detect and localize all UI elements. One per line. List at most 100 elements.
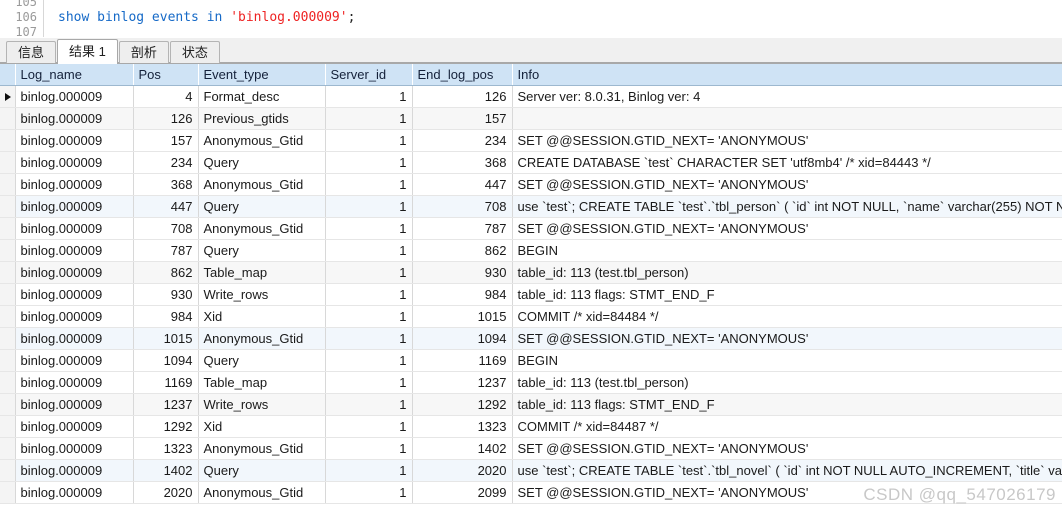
cell-end-log-pos[interactable]: 2099 [412, 481, 513, 504]
table-row[interactable]: binlog.000009 1015 Anonymous_Gtid 1 1094 SET … [0, 327, 1062, 350]
cell-server-id[interactable]: 1 [325, 481, 413, 504]
cell-info[interactable]: table_id: 113 (test.tbl_person) [512, 261, 1062, 284]
cell-event-type[interactable]: Format_desc [198, 85, 326, 108]
table-row[interactable]: binlog.000009 1169 Table_map 1 1237 table_id:… [0, 371, 1062, 394]
cell-end-log-pos[interactable]: 1094 [412, 327, 513, 350]
row-selector[interactable] [0, 195, 16, 218]
result-tab-bar[interactable]: 信息 结果 1 剖析 状态 [0, 38, 1062, 64]
cell-pos[interactable]: 4 [133, 85, 199, 108]
cell-log-name[interactable]: binlog.000009 [15, 195, 134, 218]
cell-end-log-pos[interactable]: 368 [412, 151, 513, 174]
cell-event-type[interactable]: Table_map [198, 261, 326, 284]
cell-info[interactable]: COMMIT /* xid=84484 */ [512, 305, 1062, 328]
cell-server-id[interactable]: 1 [325, 393, 413, 416]
cell-log-name[interactable]: binlog.000009 [15, 85, 134, 108]
row-selector[interactable] [0, 415, 16, 438]
cell-pos[interactable]: 708 [133, 217, 199, 240]
cell-end-log-pos[interactable]: 1292 [412, 393, 513, 416]
tab-profile[interactable]: 剖析 [118, 41, 169, 63]
cell-pos[interactable]: 1094 [133, 349, 199, 372]
cell-pos[interactable]: 157 [133, 129, 199, 152]
cell-end-log-pos[interactable]: 447 [412, 173, 513, 196]
row-selector[interactable] [0, 371, 16, 394]
table-row[interactable]: binlog.000009 4 Format_desc 1 126 Server ver:… [0, 85, 1062, 108]
cell-pos[interactable]: 862 [133, 261, 199, 284]
cell-log-name[interactable]: binlog.000009 [15, 437, 134, 460]
cell-log-name[interactable]: binlog.000009 [15, 173, 134, 196]
cell-event-type[interactable]: Write_rows [198, 283, 326, 306]
cell-event-type[interactable]: Anonymous_Gtid [198, 327, 326, 350]
cell-pos[interactable]: 368 [133, 173, 199, 196]
cell-pos[interactable]: 234 [133, 151, 199, 174]
cell-log-name[interactable]: binlog.000009 [15, 459, 134, 482]
cell-server-id[interactable]: 1 [325, 415, 413, 438]
cell-info[interactable]: table_id: 113 flags: STMT_END_F [512, 283, 1062, 306]
row-selector[interactable] [0, 349, 16, 372]
cell-pos[interactable]: 447 [133, 195, 199, 218]
table-row[interactable]: binlog.000009 2020 Anonymous_Gtid 1 2099 SET … [0, 481, 1062, 504]
cell-pos[interactable]: 1292 [133, 415, 199, 438]
cell-pos[interactable]: 2020 [133, 481, 199, 504]
table-row[interactable]: binlog.000009 126 Previous_gtids 1 157 [0, 107, 1062, 130]
cell-info[interactable]: SET @@SESSION.GTID_NEXT= 'ANONYMOUS' [512, 217, 1062, 240]
cell-info[interactable]: table_id: 113 (test.tbl_person) [512, 371, 1062, 394]
table-row[interactable]: binlog.000009 984 Xid 1 1015 COMMIT /* xid=84… [0, 305, 1062, 328]
cell-server-id[interactable]: 1 [325, 349, 413, 372]
table-row[interactable]: binlog.000009 157 Anonymous_Gtid 1 234 SET @@… [0, 129, 1062, 152]
cell-event-type[interactable]: Write_rows [198, 393, 326, 416]
cell-event-type[interactable]: Xid [198, 305, 326, 328]
cell-info[interactable]: BEGIN [512, 349, 1062, 372]
cell-end-log-pos[interactable]: 930 [412, 261, 513, 284]
cell-event-type[interactable]: Anonymous_Gtid [198, 481, 326, 504]
cell-server-id[interactable]: 1 [325, 85, 413, 108]
cell-server-id[interactable]: 1 [325, 173, 413, 196]
cell-server-id[interactable]: 1 [325, 371, 413, 394]
tab-result-1[interactable]: 结果 1 [57, 39, 118, 64]
cell-server-id[interactable]: 1 [325, 129, 413, 152]
cell-server-id[interactable]: 1 [325, 107, 413, 130]
row-selector[interactable] [0, 129, 16, 152]
column-header-log-name[interactable]: Log_name [15, 64, 134, 86]
cell-end-log-pos[interactable]: 984 [412, 283, 513, 306]
cell-event-type[interactable]: Xid [198, 415, 326, 438]
cell-pos[interactable]: 1015 [133, 327, 199, 350]
cell-end-log-pos[interactable]: 1169 [412, 349, 513, 372]
row-selector[interactable] [0, 393, 16, 416]
result-grid-container[interactable]: Log_name Pos Event_type Server_id End_lo… [0, 64, 1062, 508]
cell-info[interactable] [512, 107, 1062, 130]
cell-info[interactable]: SET @@SESSION.GTID_NEXT= 'ANONYMOUS' [512, 437, 1062, 460]
table-row[interactable]: binlog.000009 1292 Xid 1 1323 COMMIT /* xid=8… [0, 415, 1062, 438]
cell-event-type[interactable]: Table_map [198, 371, 326, 394]
cell-info[interactable]: SET @@SESSION.GTID_NEXT= 'ANONYMOUS' [512, 481, 1062, 504]
column-header-info[interactable]: Info [512, 64, 1062, 86]
cell-server-id[interactable]: 1 [325, 217, 413, 240]
cell-pos[interactable]: 930 [133, 283, 199, 306]
table-row[interactable]: binlog.000009 1237 Write_rows 1 1292 table_id… [0, 393, 1062, 416]
cell-end-log-pos[interactable]: 708 [412, 195, 513, 218]
cell-info[interactable]: SET @@SESSION.GTID_NEXT= 'ANONYMOUS' [512, 173, 1062, 196]
column-header-end-log-pos[interactable]: End_log_pos [412, 64, 513, 86]
table-row[interactable]: binlog.000009 1094 Query 1 1169 BEGIN [0, 349, 1062, 372]
cell-server-id[interactable]: 1 [325, 283, 413, 306]
cell-server-id[interactable]: 1 [325, 151, 413, 174]
cell-end-log-pos[interactable]: 234 [412, 129, 513, 152]
cell-event-type[interactable]: Anonymous_Gtid [198, 129, 326, 152]
cell-log-name[interactable]: binlog.000009 [15, 305, 134, 328]
cell-end-log-pos[interactable]: 126 [412, 85, 513, 108]
table-row[interactable]: binlog.000009 1402 Query 1 2020 use `test`; C… [0, 459, 1062, 482]
cell-pos[interactable]: 1323 [133, 437, 199, 460]
row-selector[interactable] [0, 283, 16, 306]
cell-server-id[interactable]: 1 [325, 261, 413, 284]
table-row[interactable]: binlog.000009 930 Write_rows 1 984 table_id: … [0, 283, 1062, 306]
cell-info[interactable]: SET @@SESSION.GTID_NEXT= 'ANONYMOUS' [512, 129, 1062, 152]
cell-log-name[interactable]: binlog.000009 [15, 327, 134, 350]
table-row[interactable]: binlog.000009 1323 Anonymous_Gtid 1 1402 SET … [0, 437, 1062, 460]
cell-log-name[interactable]: binlog.000009 [15, 481, 134, 504]
cell-event-type[interactable]: Query [198, 151, 326, 174]
cell-log-name[interactable]: binlog.000009 [15, 393, 134, 416]
cell-log-name[interactable]: binlog.000009 [15, 129, 134, 152]
row-selector[interactable] [0, 327, 16, 350]
cell-event-type[interactable]: Query [198, 239, 326, 262]
cell-end-log-pos[interactable]: 2020 [412, 459, 513, 482]
cell-server-id[interactable]: 1 [325, 327, 413, 350]
